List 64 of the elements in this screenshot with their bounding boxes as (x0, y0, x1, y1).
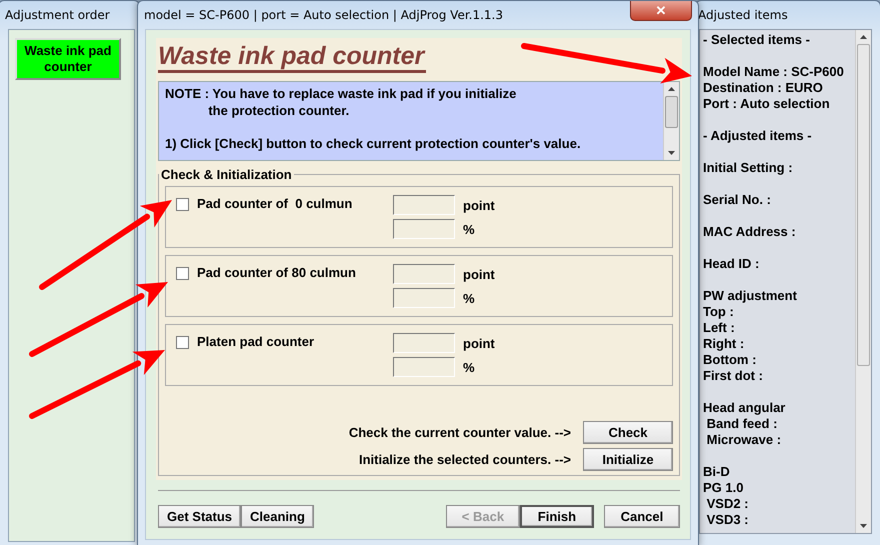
list-line: PG 1.0 (703, 480, 744, 496)
list-line: Left : (703, 320, 736, 336)
list-line: Top : (703, 304, 735, 320)
action-button[interactable]: Initialize (583, 448, 673, 471)
note-text: NOTE : You have to replace waste ink pad if you initialize the protection counter. (165, 85, 518, 119)
value-field[interactable] (393, 195, 455, 215)
action-button[interactable]: Check (583, 421, 673, 444)
list-line: Band feed : (706, 416, 778, 432)
list-line: PW adjustment (703, 288, 798, 304)
list-line: Port : Auto selection (703, 96, 831, 112)
value-field[interactable] (393, 288, 455, 308)
action-hint: Initialize the selected counters. --> (358, 452, 571, 467)
value-field[interactable] (393, 357, 455, 377)
unit-label: point (463, 336, 495, 350)
unit-label: point (463, 198, 495, 212)
action-hint: Check the current counter value. --> (348, 425, 571, 440)
unit-label: % (463, 222, 475, 236)
list-line: Initial Setting : (703, 160, 794, 176)
list-line: First dot : (703, 368, 764, 384)
list-line: Destination : EURO (703, 80, 824, 96)
list-line: - Adjusted items - (703, 128, 813, 144)
group-title: Check & Initialization (160, 167, 293, 182)
scroll-thumb[interactable] (857, 44, 870, 366)
unit-label: point (463, 266, 495, 282)
scrollbar[interactable] (855, 30, 871, 533)
list-line: MAC Address : (703, 224, 797, 240)
list-line: Head angular (703, 400, 786, 416)
list-line: Right : (703, 336, 746, 352)
scroll-up-icon[interactable] (860, 35, 867, 39)
list-line: VSD2 : (706, 496, 750, 512)
counter-label: Pad counter of 80 culmun (197, 264, 357, 282)
window-title: Adjustment order (5, 8, 110, 22)
value-field[interactable] (393, 333, 455, 353)
scrollbar[interactable] (663, 82, 679, 160)
list-line: Bi-D (703, 464, 731, 480)
list-line: VSD3 : (706, 512, 750, 528)
window-title: Adjusted items (698, 8, 788, 22)
page-heading: Waste ink pad counter (158, 42, 426, 73)
list-line: Microwave : (706, 432, 782, 448)
list-line: - Selected items - (703, 32, 811, 48)
value-field[interactable] (393, 219, 455, 239)
value-field[interactable] (393, 264, 455, 284)
counter-label: Pad counter of 0 culmun (197, 195, 354, 213)
menu-item[interactable]: Waste ink pad counter (15, 38, 121, 80)
list-line: Model Name : SC-P600 (703, 64, 845, 80)
scroll-down-icon[interactable] (860, 524, 867, 528)
scroll-up-icon[interactable] (668, 87, 675, 91)
note-text: 1) Click [Check] button to check current protection counter's value. (165, 135, 582, 152)
unit-label: % (463, 360, 475, 374)
list-line: Head ID : (703, 256, 760, 272)
scroll-down-icon[interactable] (668, 151, 675, 155)
checkbox[interactable] (176, 198, 189, 211)
counter-label: Platen pad counter (197, 333, 316, 351)
checkbox[interactable] (176, 336, 189, 349)
list-line: Serial No. : (703, 192, 772, 208)
scroll-thumb[interactable] (665, 96, 678, 128)
window-title: model = SC-P600 | port = Auto selection | AdjProg Ver.1.1.3 (144, 8, 504, 22)
list-line: Bottom : (703, 352, 758, 368)
footer-button[interactable]: Get Status (158, 505, 242, 528)
checkbox[interactable] (176, 267, 189, 280)
nav-button[interactable]: Finish (520, 505, 594, 528)
unit-label: % (463, 290, 475, 306)
footer-button[interactable]: Cleaning (241, 505, 314, 528)
cancel-button[interactable]: Cancel (604, 505, 680, 528)
